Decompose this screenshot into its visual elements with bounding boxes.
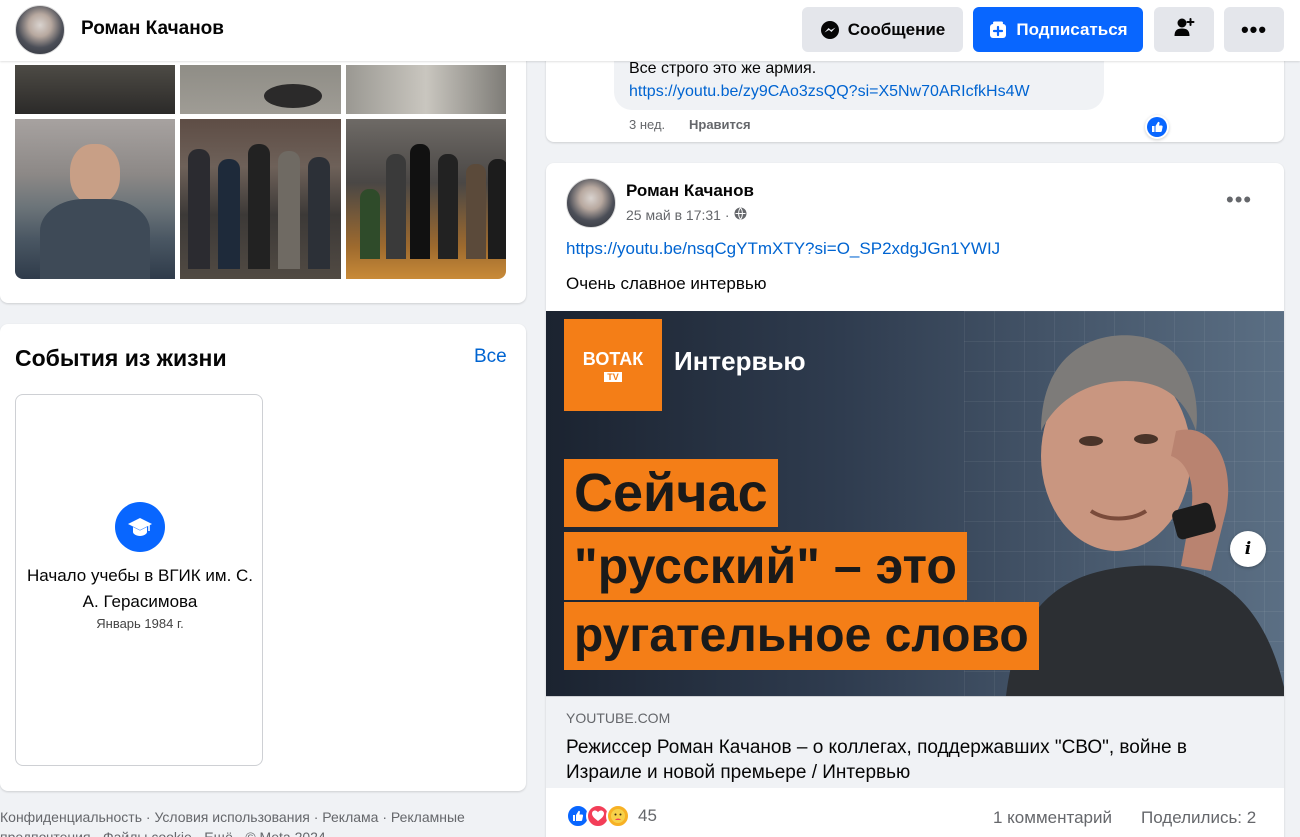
post-more-options-button[interactable]: ••• (1226, 187, 1252, 213)
comment-link[interactable]: https://youtu.be/zy9CAo3zsQQ?si=X5Nw70AR… (629, 83, 1030, 101)
comment-timestamp[interactable]: 3 нед. (629, 117, 665, 132)
globe-icon (734, 207, 747, 223)
subscribe-button[interactable]: Подписаться (973, 7, 1143, 52)
video-thumbnail[interactable]: ВОТАК TV Интервью Сейчас "русский" – это… (546, 311, 1284, 696)
message-button-label: Сообщение (847, 19, 946, 39)
photo-thumbnail[interactable] (15, 65, 175, 114)
shares-count[interactable]: Поделились: 2 (1141, 808, 1256, 828)
video-headline-line-1: Сейчас (564, 459, 778, 527)
photo-thumbnail[interactable] (346, 65, 506, 114)
profile-header-bar: Роман Качанов Сообщение Подписаться ••• (0, 0, 1300, 61)
like-icon (1145, 115, 1169, 139)
comment-text: Все строго это же армия. (629, 60, 817, 77)
video-headline-line-3: ругательное слово (564, 602, 1039, 670)
video-tag: Интервью (674, 346, 806, 376)
comments-count[interactable]: 1 комментарий (993, 808, 1112, 828)
reactions-summary[interactable]: 45 (566, 804, 657, 828)
logo-text: ВОТАК (582, 348, 644, 369)
add-friend-icon (1173, 16, 1195, 43)
more-icon: ••• (1240, 16, 1268, 42)
link-preview-title: Режиссер Роман Качанов – о коллегах, под… (566, 737, 1187, 783)
care-icon (606, 804, 630, 828)
life-event-date: Январь 1984 г. (96, 616, 184, 631)
comment-like-button[interactable]: Нравится (689, 117, 751, 132)
link-preview-domain: YOUTUBE.COM (566, 710, 671, 726)
add-friend-button[interactable] (1154, 7, 1214, 52)
post-text: Очень славное интервью (566, 274, 767, 293)
footer-links[interactable]: Конфиденциальность · Условия использован… (0, 807, 526, 837)
messenger-icon (820, 20, 840, 40)
post-author-name[interactable]: Роман Качанов (626, 181, 754, 201)
post-author-avatar[interactable] (566, 178, 616, 228)
votak-tv-logo: ВОТАК TV (564, 319, 662, 411)
photo-thumbnail[interactable] (180, 65, 341, 114)
video-headline-line-2: "русский" – это (564, 532, 967, 600)
life-events-title: События из жизни (15, 345, 227, 371)
post-link[interactable]: https://youtu.be/nsqCgYTmXTY?si=O_SP2xdg… (566, 239, 1000, 259)
life-event-tile[interactable]: Начало учебы в ВГИК им. С. А. Герасимова… (15, 394, 263, 766)
subscribe-button-label: Подписаться (1016, 19, 1128, 39)
life-event-title: Начало учебы в ВГИК им. С. А. Герасимова (26, 566, 254, 611)
subscribe-icon (988, 20, 1008, 40)
post-card: Роман Качанов 25 май в 17:31 · ••• https… (546, 163, 1284, 837)
photo-thumbnail[interactable] (346, 119, 506, 279)
photo-thumbnail[interactable] (180, 119, 341, 279)
post-date[interactable]: 25 май в 17:31 · (626, 207, 730, 223)
see-all-events-link[interactable]: Все (474, 346, 507, 368)
logo-tv-badge: TV (604, 371, 622, 382)
photos-card (0, 40, 526, 303)
profile-name[interactable]: Роман Качанов (81, 18, 224, 40)
info-icon[interactable]: i (1230, 531, 1266, 567)
life-events-card: События из жизни Все Начало учебы в ВГИК… (0, 324, 526, 791)
link-preview[interactable]: YOUTUBE.COM Режиссер Роман Качанов – о к… (546, 696, 1284, 788)
message-button[interactable]: Сообщение (802, 7, 963, 52)
photo-thumbnail[interactable] (15, 119, 175, 279)
post-meta: 25 май в 17:31 · (626, 207, 747, 223)
graduation-cap-icon (115, 502, 165, 552)
profile-avatar[interactable] (15, 5, 65, 55)
more-options-button[interactable]: ••• (1224, 7, 1284, 52)
reactions-count: 45 (638, 806, 657, 825)
